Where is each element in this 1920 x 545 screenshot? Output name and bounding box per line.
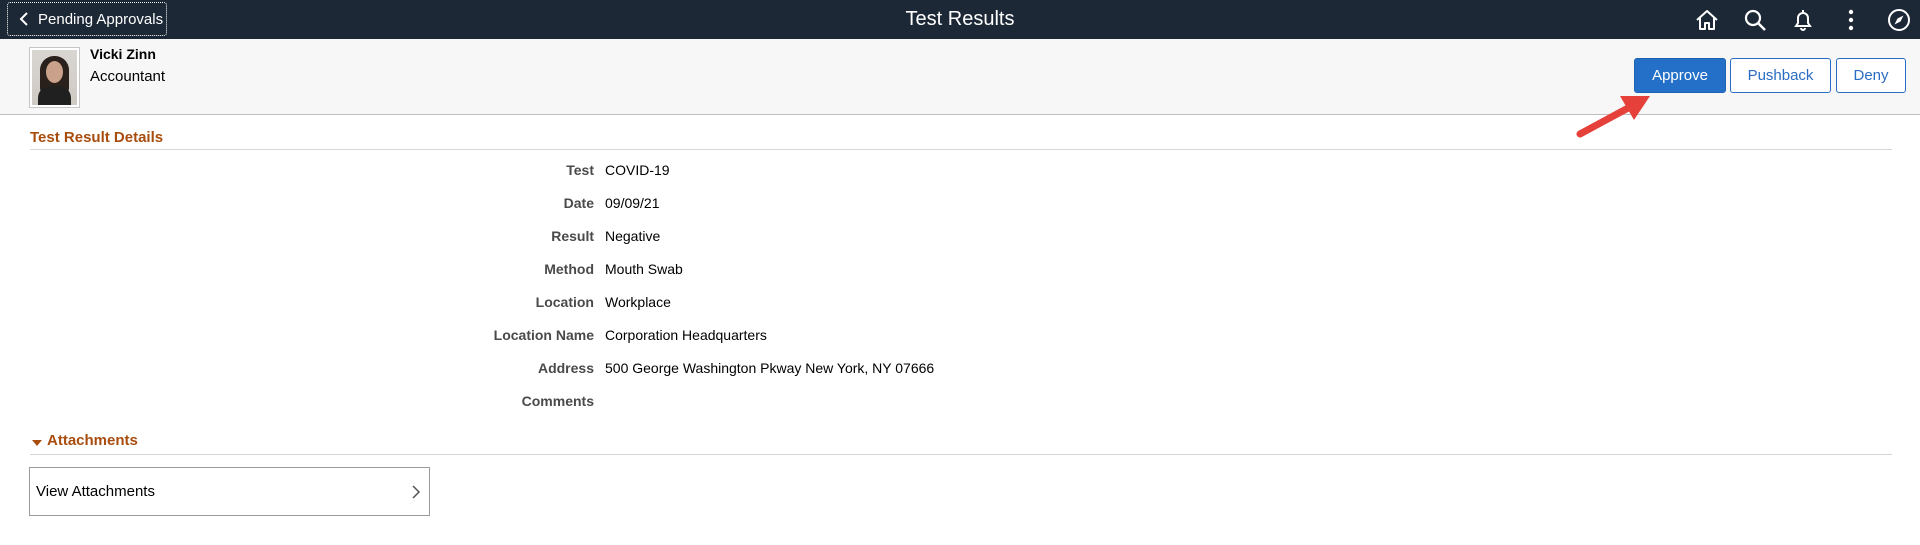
navbar-compass-icon[interactable] [1884,5,1914,35]
detail-value: Mouth Swab [605,261,683,277]
avatar [29,47,80,108]
detail-label: Location [535,294,594,310]
view-attachments-link[interactable]: View Attachments [29,467,430,516]
approve-button[interactable]: Approve [1634,58,1726,93]
detail-label: Date [563,195,594,211]
detail-row-result: Result Negative [0,228,1200,248]
detail-value: Negative [605,228,661,244]
detail-row-method: Method Mouth Swab [0,261,1200,281]
detail-row-test: Test COVID-19 [0,162,1200,182]
detail-label: Comments [521,393,594,409]
detail-label: Address [537,360,594,376]
detail-label: Method [544,261,594,277]
chevron-left-icon [19,12,28,26]
chevron-right-icon [412,484,421,499]
back-button-label: Pending Approvals [38,10,164,28]
top-banner: Pending Approvals Test Results [0,0,1920,39]
detail-value: 500 George Washington Pkway New York, NY… [605,360,935,376]
detail-row-address: Address 500 George Washington Pkway New … [0,360,1200,380]
home-icon[interactable] [1692,5,1722,35]
detail-value: Workplace [605,294,671,310]
more-vertical-icon[interactable] [1836,5,1866,35]
pushback-button[interactable]: Pushback [1730,58,1831,93]
detail-label: Test [566,162,594,178]
detail-value: 09/09/21 [605,195,660,211]
annotation-arrow-icon [1576,96,1650,138]
section-title-test-result-details: Test Result Details [30,129,164,146]
employee-title: Accountant [90,68,166,85]
section-divider [30,149,1892,150]
section-title-attachments[interactable]: Attachments [47,432,138,449]
detail-row-comments: Comments [0,393,1200,413]
deny-button[interactable]: Deny [1836,58,1906,93]
detail-row-location: Location Workplace [0,294,1200,314]
detail-value: COVID-19 [605,162,670,178]
employee-name: Vicki Zinn [90,46,156,62]
search-icon[interactable] [1740,5,1770,35]
detail-label: Location Name [493,327,594,343]
detail-row-date: Date 09/09/21 [0,195,1200,215]
detail-value: Corporation Headquarters [605,327,767,343]
back-button[interactable]: Pending Approvals [7,2,167,36]
page-title: Test Results [905,8,1015,30]
section-divider [30,454,1892,455]
detail-label: Result [551,228,594,244]
bell-icon[interactable] [1788,5,1818,35]
detail-row-location-name: Location Name Corporation Headquarters [0,327,1200,347]
collapse-triangle-icon[interactable] [31,438,43,448]
view-attachments-label: View Attachments [36,483,155,500]
